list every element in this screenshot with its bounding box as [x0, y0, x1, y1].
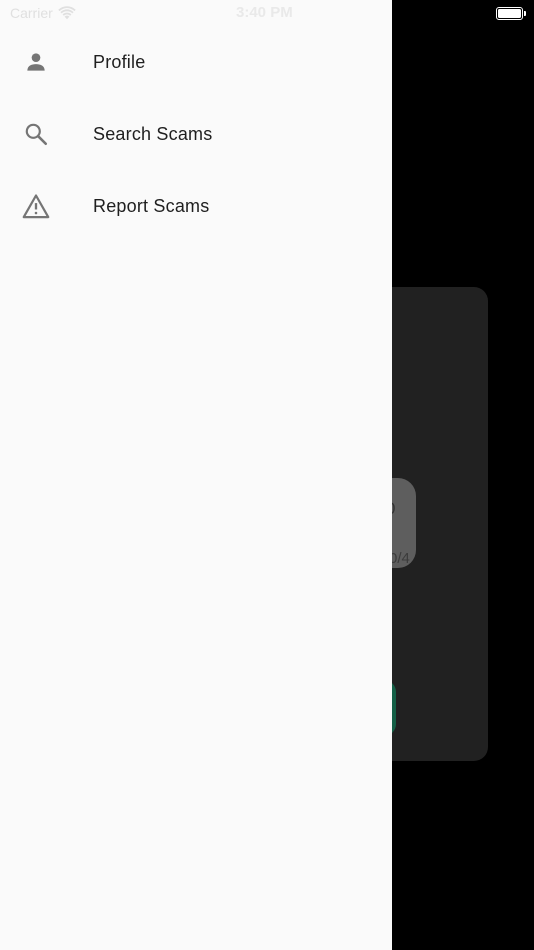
battery-icon	[496, 7, 526, 20]
character-counter: 0/4	[389, 550, 410, 567]
carrier-indicator: Carrier	[10, 5, 76, 21]
drawer-item-profile[interactable]: Profile	[0, 26, 392, 98]
warning-icon	[22, 192, 50, 220]
carrier-label: Carrier	[10, 5, 53, 21]
search-icon	[22, 120, 50, 148]
navigation-drawer: Profile Search Scams Report Scams	[0, 0, 392, 950]
drawer-item-label: Search Scams	[93, 123, 213, 144]
drawer-item-label: Profile	[93, 51, 146, 72]
drawer-item-search-scams[interactable]: Search Scams	[0, 98, 392, 170]
drawer-item-label: Report Scams	[93, 195, 210, 216]
wifi-icon	[58, 6, 76, 20]
status-time: 3:40 PM	[236, 4, 293, 21]
drawer-item-report-scams[interactable]: Report Scams	[0, 170, 392, 242]
person-icon	[22, 48, 50, 76]
status-bar: Carrier 3:40 PM	[0, 0, 534, 28]
